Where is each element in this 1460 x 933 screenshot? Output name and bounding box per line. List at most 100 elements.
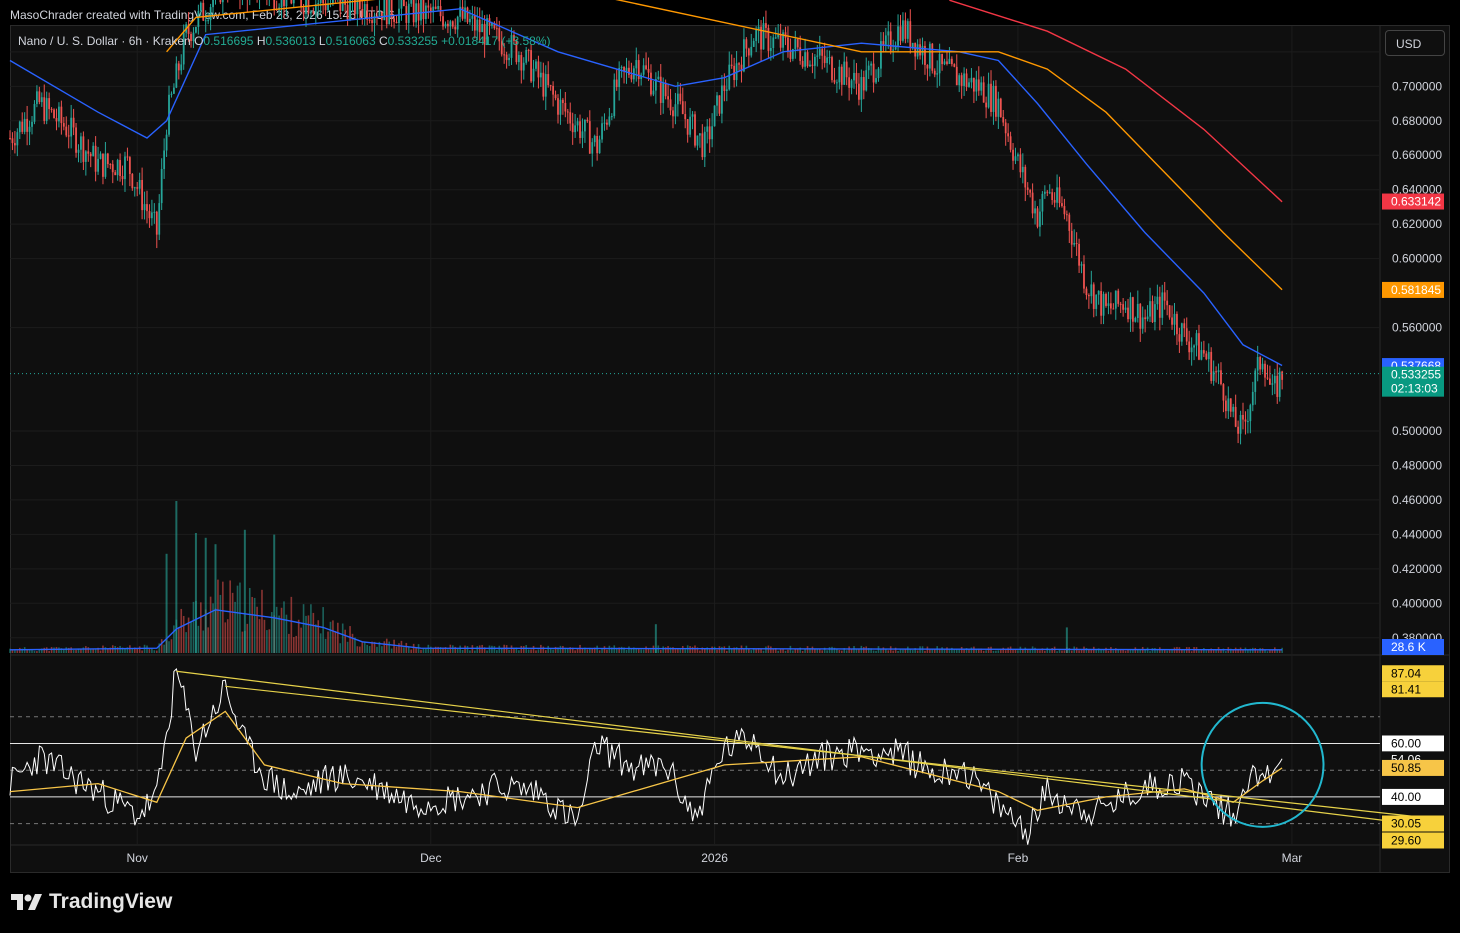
candle-body	[579, 121, 581, 138]
high-label: H	[256, 34, 266, 48]
volume-bar	[339, 643, 342, 653]
candle-body	[1273, 375, 1276, 384]
candle-body	[1021, 166, 1024, 173]
candle-body	[547, 74, 550, 86]
candle-body	[569, 112, 572, 124]
volume-bar	[466, 646, 469, 653]
price-tick-label: 0.600000	[1392, 252, 1442, 266]
candle-body	[99, 153, 102, 159]
volume-bar	[765, 646, 767, 653]
candle-body	[1124, 307, 1127, 310]
volume-bar	[1205, 650, 1208, 653]
volume-bar	[762, 650, 765, 653]
volume-bar	[241, 631, 244, 653]
candle-body	[1085, 288, 1088, 296]
volume-bar	[498, 645, 501, 653]
volume-bar	[1154, 648, 1156, 653]
symbol-name[interactable]: Nano / U. S. Dollar · 6h · Kraken	[18, 34, 191, 48]
candle-body	[738, 63, 740, 65]
candle-body	[963, 73, 966, 86]
volume-bar	[777, 650, 779, 653]
volume-bar	[486, 650, 488, 653]
volume-bar	[960, 646, 963, 653]
close-value: 0.533255	[387, 34, 438, 48]
volume-bar	[586, 649, 589, 653]
volume-bar	[985, 650, 987, 653]
volume-bar	[779, 649, 782, 653]
candle-body	[412, 0, 415, 23]
candle-body	[899, 26, 902, 41]
candle-body	[818, 49, 821, 56]
candle-body	[322, 0, 325, 4]
candle-body	[133, 187, 136, 189]
currency-button[interactable]: USD	[1385, 30, 1445, 56]
candle-body	[1100, 290, 1103, 316]
volume-bar	[708, 649, 711, 653]
candle-body	[1112, 308, 1115, 310]
candle-body	[1017, 154, 1019, 157]
volume-bar	[1112, 650, 1115, 653]
tradingview-logo[interactable]: TradingView	[11, 890, 172, 914]
rsi-line	[9, 668, 1283, 845]
candle-body	[953, 64, 956, 67]
candle-body	[290, 0, 293, 4]
candle-body	[977, 79, 980, 91]
candle-body	[960, 75, 963, 86]
volume-bar	[58, 647, 60, 653]
candle-body	[1269, 378, 1271, 385]
volume-bar	[770, 646, 772, 653]
candle-body	[1251, 391, 1254, 406]
volume-bar	[388, 641, 390, 653]
volume-bar	[1026, 649, 1029, 653]
candle-body	[378, 11, 381, 17]
candle-body	[554, 94, 557, 99]
volume-bar	[674, 649, 677, 653]
candle-body	[1107, 303, 1110, 306]
volume-bar	[904, 649, 907, 653]
volume-bar	[292, 637, 295, 653]
candle-body	[388, 0, 391, 25]
candle-body	[89, 153, 92, 157]
candle-body	[143, 204, 146, 211]
candle-body	[283, 0, 285, 7]
volume-bar	[447, 649, 449, 653]
candle-body	[449, 21, 452, 27]
volume-bar	[288, 633, 290, 653]
candle-body	[1114, 290, 1117, 309]
candle-body	[535, 61, 537, 69]
candle-body	[447, 23, 449, 27]
candle-body	[121, 175, 124, 180]
volume-bar	[1022, 649, 1024, 653]
candle-body	[40, 97, 43, 103]
candle-body	[1180, 323, 1183, 342]
candle-body	[730, 64, 733, 66]
candle-body	[1173, 313, 1176, 325]
candle-body	[667, 96, 669, 100]
volume-bar	[958, 649, 961, 653]
volume-bar	[236, 585, 239, 653]
volume-bar	[750, 650, 753, 653]
volume-bar	[1200, 649, 1203, 653]
candle-body	[870, 63, 873, 66]
candle-body	[586, 119, 589, 122]
volume-bar	[65, 647, 68, 653]
candle-body	[1222, 384, 1225, 401]
candle-body	[1259, 357, 1262, 370]
volume-bar	[197, 625, 200, 653]
candle-body	[877, 68, 880, 79]
candle-body	[442, 16, 444, 27]
volume-bar	[104, 647, 107, 653]
candle-body	[1276, 375, 1279, 397]
volume-bar	[689, 646, 691, 653]
volume-bar	[603, 646, 606, 653]
volume-bar	[743, 649, 745, 653]
volume-bar	[224, 622, 227, 653]
candle-body	[1132, 297, 1134, 322]
symbol-legend[interactable]: Nano / U. S. Dollar · 6h · Kraken O0.516…	[18, 34, 551, 48]
volume-bar	[897, 650, 899, 653]
candle-body	[471, 15, 474, 19]
candle-body	[371, 20, 373, 24]
volume-bar	[283, 601, 285, 653]
candle-body	[1117, 290, 1120, 304]
chart-canvas[interactable]: 0.7200000.7000000.6800000.6600000.640000…	[0, 0, 1460, 933]
